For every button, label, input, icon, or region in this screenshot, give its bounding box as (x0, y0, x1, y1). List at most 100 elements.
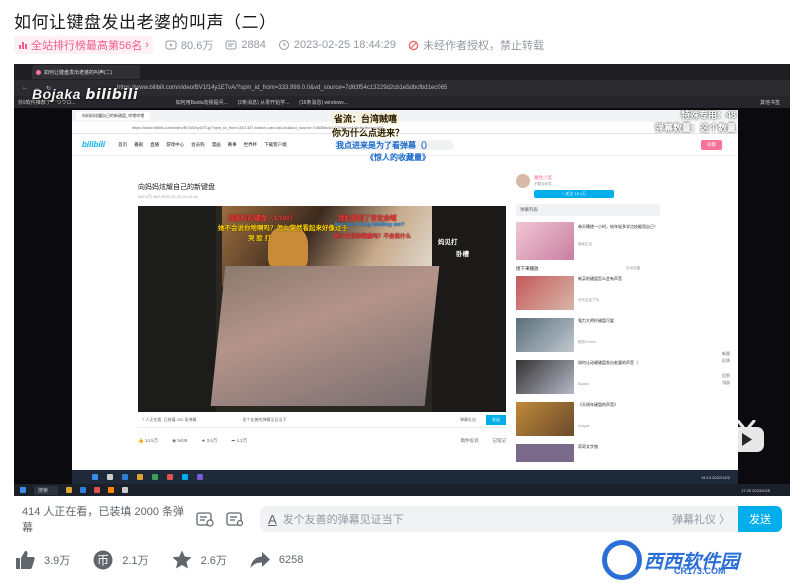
rec-title: 如何让动键键盘发出老婆的声音（ (578, 360, 638, 365)
rec-item[interactable]: 如何让动键键盘发出老婆的声音（ Bojaka (516, 360, 660, 398)
watermark-c-logo (602, 540, 642, 580)
inner-etiquette-link[interactable]: 弹幕礼仪 (460, 417, 476, 423)
folder-icon[interactable] (137, 474, 143, 480)
firefox-icon[interactable] (108, 487, 115, 493)
float-btn-feedback[interactable]: 反馈 (722, 357, 732, 364)
text-style-icon[interactable]: A (268, 512, 277, 527)
video-player[interactable]: 如何让键盘发出老婆的叫声(二) ← → ↻ https://www.bilibi… (14, 64, 790, 496)
bookmark-item[interactable]: 如何用Baidu向我提问... (176, 99, 228, 106)
inner-address-bar[interactable]: https://www.bilibili.com/video/BV1fD4y1f… (72, 122, 738, 134)
stream-overlay-1: 特殊专用：48 (680, 110, 736, 120)
share-arrow-icon (250, 552, 270, 569)
coin-button[interactable]: 币 2.1万 (92, 549, 149, 571)
app-icon[interactable] (122, 487, 129, 493)
bookmark-item[interactable]: (16条消息) windows... (299, 99, 348, 106)
search-icon[interactable] (107, 474, 113, 480)
rec-item[interactable]: 奇奇文字独 (516, 444, 660, 464)
inner-like[interactable]: 👍 14.5万 (138, 438, 158, 444)
outer-url[interactable]: https://www.bilibili.com/video/BV1f14y1E… (117, 85, 447, 91)
nav-item[interactable]: 游戏中心 (166, 142, 184, 148)
nav-item[interactable]: 会员购 (191, 142, 205, 148)
svg-text:币: 币 (97, 554, 109, 568)
danmaku-settings-icon[interactable] (226, 511, 244, 527)
inner-tray-clock: 15:13 2022/12/2 (701, 474, 730, 480)
danmaku-toggle-icon[interactable] (196, 511, 214, 527)
like-button[interactable]: 3.9万 (14, 549, 70, 571)
inner-fav-count: 3.6万 (206, 438, 218, 443)
edge-icon[interactable] (122, 474, 128, 480)
bookmark-item[interactable]: (2条消息) 从零开始学... (238, 99, 290, 106)
rec-item[interactable]: 《天线年键盘的声音》 Inlogue (516, 402, 660, 440)
back-icon[interactable]: ← (22, 85, 28, 91)
etiquette-link[interactable]: 弹幕礼仪 〉 (672, 511, 730, 527)
rec-title: 强力大师抄键盘可爱 (578, 318, 614, 323)
taskbar-search[interactable]: 搜索 (34, 485, 59, 495)
danmaku-overlay: 哭 脸 打 (248, 235, 272, 242)
nav-item[interactable]: 直播 (150, 142, 159, 148)
share-count: 6258 (278, 554, 304, 566)
play-count-icon (165, 40, 177, 50)
favorite-button[interactable]: 2.6万 (171, 549, 227, 571)
rec-item[interactable]: 强力大师抄键盘可爱 佛系KYoshi (516, 318, 660, 356)
outer-tab[interactable]: 如何让键盘发出老婆的叫声(二) (32, 65, 140, 79)
danmaku-list-toggle[interactable]: 弹幕列表 (516, 204, 660, 216)
inner-tab[interactable]: 向妈妈炫耀自己的新键盘_哔哩哔哩 (76, 112, 151, 120)
float-btn-back[interactable]: 回到 (722, 372, 732, 379)
folder-icon[interactable] (66, 487, 73, 493)
inner-watching-text: 7 人正在看, 已装填 200 条弹幕 (142, 416, 197, 422)
windows-icon[interactable] (20, 487, 26, 493)
app-icon[interactable] (182, 474, 188, 480)
danmaku-input[interactable]: A 发个友善的弹幕见证当下 弹幕礼仪 〉 (260, 506, 738, 532)
danmaku-overlay: 我妈看到了肯定会喊 (338, 215, 397, 222)
app-icon[interactable] (197, 474, 203, 480)
inner-sidebar: 魔性小蛋 不要对我骂 + 关注 10.1万 弹幕列表 每天睡搓一小时，给年轻多学… (516, 170, 666, 470)
bilibili-logo[interactable]: bilibili (82, 140, 105, 149)
app-icon[interactable] (94, 487, 101, 493)
inner-danmaku-input[interactable]: 发个友善的弹幕见证当下 (242, 417, 286, 423)
send-button[interactable]: 发送 (738, 506, 782, 532)
rec-title: 《天线年键盘的声音》 (578, 402, 618, 407)
page-title: 如何让键盘发出老婆的叫声（二） (14, 13, 277, 32)
rec-thumbnail (516, 318, 574, 352)
ad-title[interactable]: 每天睡搓一小时，给年轻多学点技能而自己！ (578, 224, 658, 230)
nav-item[interactable]: 首页 (118, 142, 127, 148)
other-bookmarks[interactable]: 其他书签 (760, 99, 780, 106)
danmaku-count-value: 2884 (241, 39, 266, 51)
continue-label: 接下来播放 (516, 266, 539, 271)
chevron-right-icon: › (145, 39, 149, 51)
inner-danmaku-bar: 7 人正在看, 已装填 200 条弹幕 发个友善的弹幕见证当下 弹幕礼仪 发送 (138, 412, 506, 428)
share-button[interactable]: 6258 (249, 549, 303, 571)
inner-note-link[interactable]: 记笔记 (493, 438, 507, 444)
windows-icon[interactable] (92, 474, 98, 480)
float-btn-top[interactable]: 顶部 (722, 379, 732, 386)
nav-item[interactable]: 世界杯 (244, 142, 258, 148)
chrome-icon[interactable] (152, 474, 158, 480)
float-btn-new[interactable]: 新版 (722, 350, 732, 357)
inner-fav[interactable]: ★ 3.6万 (201, 438, 217, 444)
rec-author: 安东尼金了吗 (578, 298, 599, 302)
nav-item[interactable]: 漫画 (212, 142, 221, 148)
inner-share[interactable]: ➦ 4.2万 (231, 438, 247, 444)
outer-tray-clock: 17:25 2023/2/25 (741, 487, 770, 493)
autoplay-toggle[interactable]: 自动连播 (626, 266, 640, 271)
thumbs-up-icon (16, 551, 35, 569)
bilibili-tv-icon (728, 420, 764, 452)
rank-badge[interactable]: 全站排行榜最高第56名 › (14, 36, 153, 54)
upload-button[interactable]: 投稿 (701, 139, 722, 150)
inner-report-link[interactable]: 稿件投诉 (461, 438, 479, 444)
nav-item[interactable]: 下载客户端 (264, 142, 287, 148)
edge-icon[interactable] (80, 487, 87, 493)
app-icon[interactable] (167, 474, 173, 480)
inner-coin[interactable]: ◉ 5449 (172, 438, 187, 444)
inner-send-button[interactable]: 发送 (486, 414, 506, 425)
forbidden-icon (408, 40, 419, 50)
inner-video-frame[interactable]: 我家狗的键盘（1/100） 我妈看到了肯定会喊 她不会说你啥啊吗？怎么突然看起来… (138, 206, 506, 412)
ad-banner-image[interactable] (516, 222, 574, 260)
follow-button[interactable]: + 关注 10.1万 (534, 190, 614, 198)
nav-item[interactable]: 赛事 (228, 142, 237, 148)
rec-item[interactable]: 新买的键盘怎么会有声音 安东尼金了吗 (516, 276, 660, 314)
nav-item[interactable]: 番剧 (134, 142, 143, 148)
uploader-avatar[interactable] (516, 174, 530, 188)
uploader-name[interactable]: 魔性小蛋 (534, 175, 552, 181)
video-letterbox-left (138, 206, 216, 412)
